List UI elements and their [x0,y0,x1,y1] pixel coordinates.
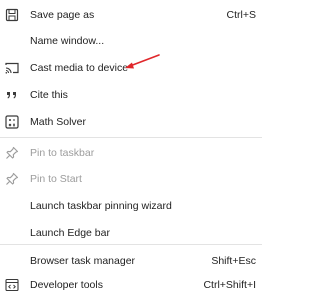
menu-item-math-solver[interactable]: Math Solver [0,109,262,137]
menu-item-label: Launch taskbar pinning wizard [30,200,172,212]
menu-item-shortcut: Shift+Esc [211,255,256,267]
menu-item-label: Name window... [30,35,105,47]
pin-icon [4,171,20,187]
menu-item-save-page-as[interactable]: Save page as Ctrl+S [0,2,262,30]
menu-item-label: Developer tools [30,279,103,291]
menu-item-label: Cite this [30,89,68,101]
menu-item-launch-taskbar-pinning-wizard[interactable]: Launch taskbar pinning wizard [0,193,262,221]
menu-item-cite-this[interactable]: Cite this [0,82,262,110]
menu-item-label: Pin to taskbar [30,147,95,159]
more-tools-context-menu: Save page as Ctrl+S Name window... Cast … [0,0,262,300]
math-solver-icon [4,114,20,130]
cast-icon [4,60,20,76]
menu-item-developer-tools[interactable]: Developer tools Ctrl+Shift+I [0,272,262,300]
menu-item-shortcut: Ctrl+Shift+I [203,279,256,291]
red-arrow-annotation [125,54,160,69]
menu-separator [0,244,262,245]
menu-item-label: Pin to Start [30,173,82,185]
save-icon [4,7,20,23]
menu-item-label: Launch Edge bar [30,227,110,239]
menu-separator [0,137,262,138]
menu-item-label: Math Solver [30,116,87,128]
developer-tools-icon [4,277,20,293]
menu-item-pin-to-taskbar: Pin to taskbar [0,140,262,168]
quote-icon [4,87,20,103]
menu-item-label: Browser task manager [30,255,136,267]
menu-item-label: Save page as [30,9,95,21]
menu-item-label: Cast media to device [30,62,129,74]
menu-item-pin-to-start: Pin to Start [0,166,262,194]
menu-item-shortcut: Ctrl+S [226,9,256,21]
pin-icon [4,145,20,161]
